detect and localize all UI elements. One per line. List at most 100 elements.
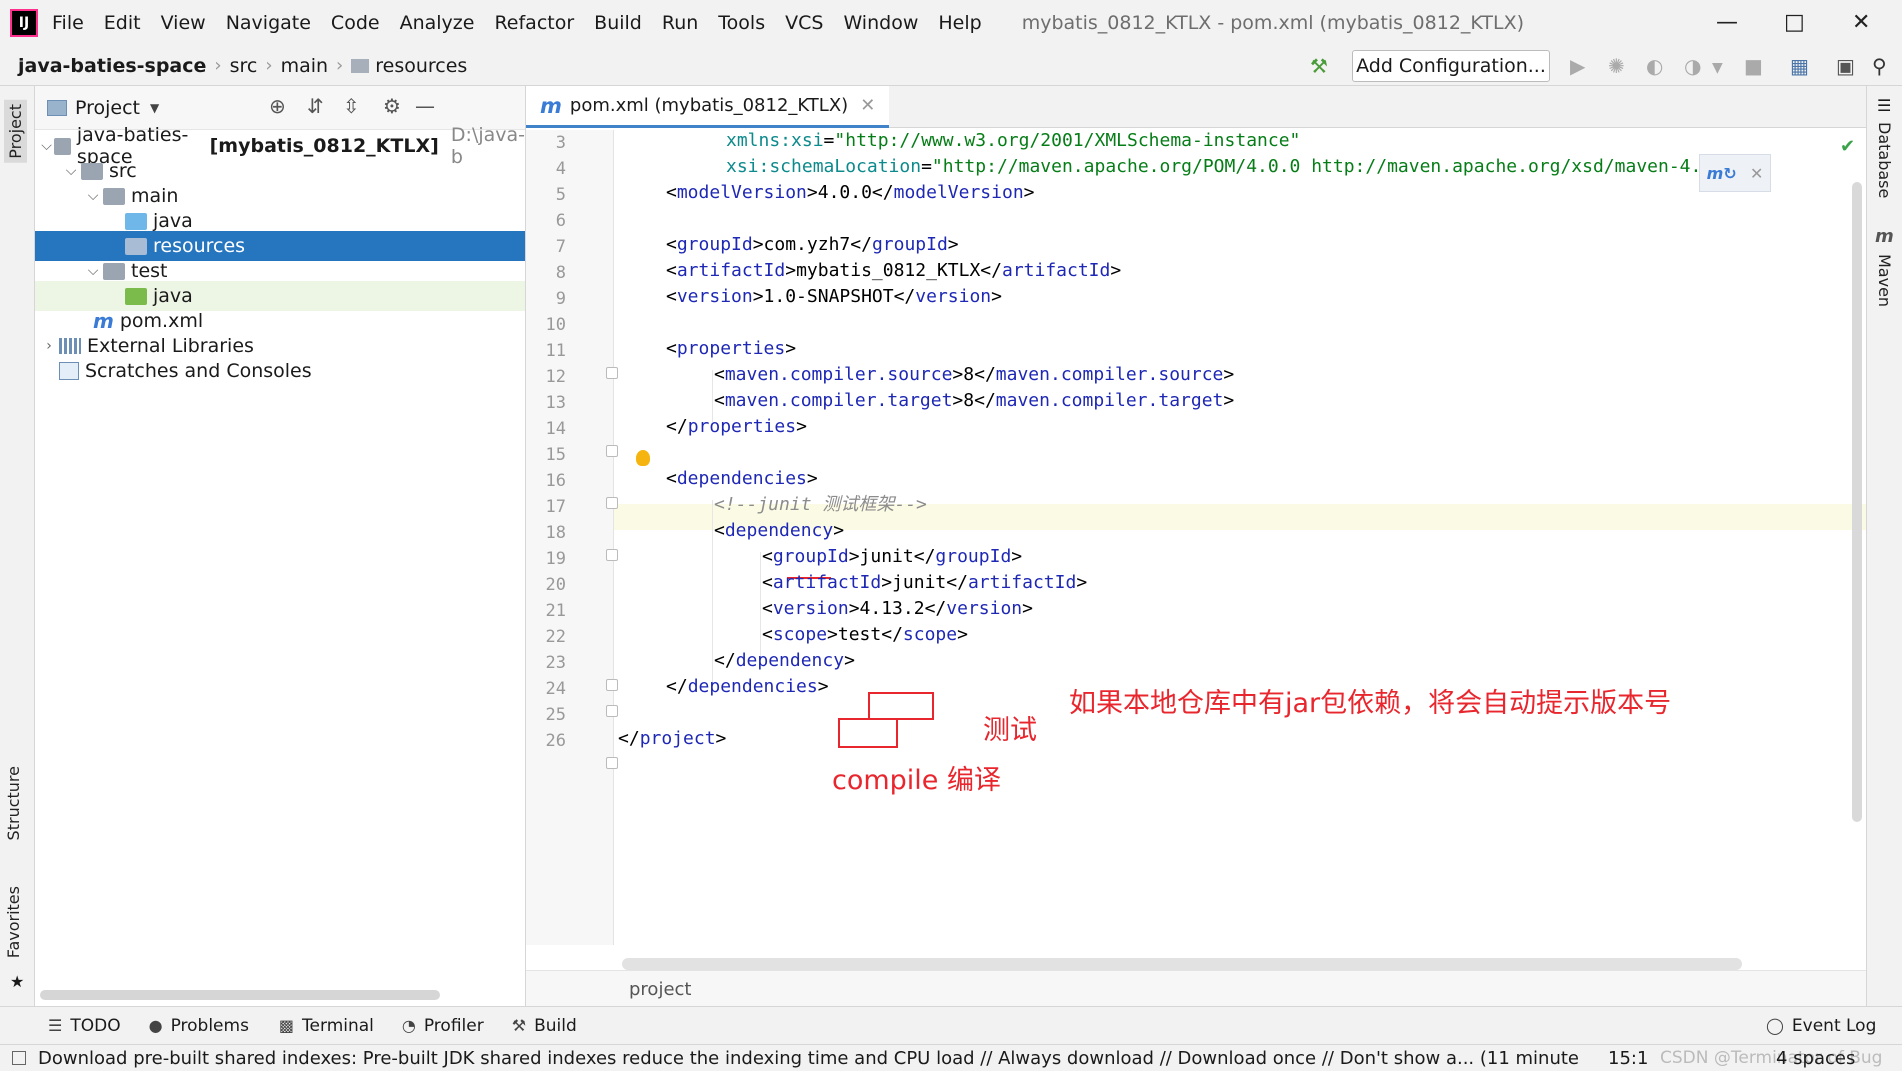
fold-icon[interactable] (606, 549, 618, 561)
xml-text: 8 (963, 390, 975, 411)
add-configuration-button[interactable]: Add Configuration... (1352, 50, 1550, 82)
menu-view[interactable]: View (161, 12, 206, 34)
cursor-position[interactable]: 15:1 (1608, 1048, 1648, 1069)
maximize-icon[interactable]: □ (1784, 10, 1805, 35)
status-toggle-icon[interactable] (12, 1051, 26, 1065)
chevron-right-icon[interactable]: › (39, 338, 59, 354)
fold-icon[interactable] (606, 757, 618, 769)
menu-window[interactable]: Window (843, 12, 918, 34)
menu-refactor[interactable]: Refactor (494, 12, 574, 34)
tool-todo[interactable]: ☰ TODO (48, 1016, 121, 1036)
chevron-down-icon[interactable]: ▼ (1712, 60, 1723, 76)
menu-run[interactable]: Run (662, 12, 698, 34)
vertical-scrollbar[interactable] (1852, 182, 1862, 822)
breadcrumb-project-tag[interactable]: project (629, 979, 691, 1000)
coverage-icon[interactable]: ◐ (1646, 54, 1663, 78)
code-line-13[interactable]: <maven.compiler.target>8</maven.compiler… (618, 388, 1798, 414)
fold-icon[interactable] (606, 445, 618, 457)
menu-help[interactable]: Help (938, 12, 981, 34)
search-icon[interactable]: ⚲ (1872, 54, 1887, 78)
breadcrumb-main[interactable]: main (281, 55, 328, 77)
minimize-icon[interactable]: — (1716, 10, 1738, 35)
horizontal-scrollbar[interactable] (622, 958, 1742, 970)
gear-icon[interactable]: ⚙ (383, 94, 401, 118)
menu-build[interactable]: Build (594, 12, 642, 34)
tool-terminal[interactable]: ▩ Terminal (279, 1016, 374, 1036)
tool-event-log[interactable]: ◯ Event Log (1766, 1016, 1876, 1036)
code-line-20[interactable]: <artifactId>junit</artifactId> (618, 570, 1798, 596)
project-structure-icon[interactable]: ▦ (1790, 54, 1809, 78)
project-panel-title[interactable]: Project (75, 97, 140, 119)
fold-icon[interactable] (606, 679, 618, 691)
menu-tools[interactable]: Tools (718, 12, 765, 34)
code-line-11[interactable]: <properties> (618, 336, 1798, 362)
tab-database[interactable]: Database (1875, 122, 1894, 198)
menu-edit[interactable]: Edit (104, 12, 141, 34)
tool-profiler[interactable]: ◔ Profiler (402, 1016, 484, 1036)
folder-icon (103, 187, 125, 205)
menu-analyze[interactable]: Analyze (400, 12, 475, 34)
tab-favorites[interactable]: Favorites (4, 886, 23, 958)
chevron-down-icon[interactable]: ▼ (150, 101, 159, 115)
status-message[interactable]: Download pre-built shared indexes: Pre-b… (38, 1048, 1578, 1069)
code-line-17[interactable]: <!--junit 测试框架--> (618, 492, 1798, 518)
debug-icon[interactable]: ✺ (1608, 54, 1625, 78)
expand-all-icon[interactable]: ⇵ (307, 94, 324, 118)
breadcrumb-src[interactable]: src (230, 55, 258, 77)
code-line-23[interactable]: </dependency> (618, 648, 1798, 674)
xml-bracket: < (714, 520, 725, 541)
breadcrumb-project[interactable]: java-baties-space (18, 55, 206, 77)
chevron-down-icon[interactable]: ⌵ (39, 138, 54, 154)
code-line-8[interactable]: <artifactId>mybatis_0812_KTLX</artifactI… (618, 258, 1798, 284)
maven-reload-icon[interactable]: m↻ (1707, 164, 1737, 183)
terminal-icon[interactable]: ▣ (1836, 54, 1855, 78)
fold-icon[interactable] (606, 497, 618, 509)
check-icon: ✔ (1840, 136, 1856, 157)
locate-icon[interactable]: ⊕ (269, 94, 286, 118)
code-line-12[interactable]: <maven.compiler.source>8</maven.compiler… (618, 362, 1798, 388)
menu-vcs[interactable]: VCS (785, 12, 823, 34)
tab-pom-xml[interactable]: m pom.xml (mybatis_0812_KTLX) ✕ (526, 86, 890, 128)
line-number-gutter: 3 4 5 6 7 8 9 10 11 12 13 14 15 16 17 18… (526, 130, 618, 945)
chevron-down-icon[interactable]: ⌵ (83, 263, 103, 279)
menu-file[interactable]: File (52, 12, 84, 34)
code-line-4[interactable]: xsi:schemaLocation="http://maven.apache.… (618, 154, 1798, 180)
hide-panel-icon[interactable]: — (415, 94, 435, 118)
code-line-3[interactable]: xmlns:xsi="http://www.w3.org/2001/XMLSch… (618, 128, 1798, 154)
tab-structure[interactable]: Structure (4, 766, 23, 840)
tab-maven[interactable]: Maven (1875, 254, 1894, 307)
code-line-21[interactable]: <version>4.13.2</version> (618, 596, 1798, 622)
code-line-22[interactable]: <scope>test</scope> (618, 622, 1798, 648)
indent-setting[interactable]: 4 spaces (1776, 1048, 1855, 1069)
horizontal-scrollbar[interactable] (40, 990, 440, 1000)
lightbulb-icon[interactable] (636, 450, 650, 466)
tool-build[interactable]: ⚒ Build (512, 1016, 577, 1036)
code-line-16[interactable]: <dependencies> (618, 466, 1798, 492)
code-line-5[interactable]: <modelVersion>4.0.0</modelVersion> (618, 180, 1798, 206)
breadcrumb-resources[interactable]: resources (375, 55, 467, 77)
code-line-26[interactable]: </project> (618, 726, 1798, 752)
code-line-14[interactable]: </properties> (618, 414, 1798, 440)
hammer-icon[interactable]: ⚒ (1310, 54, 1328, 78)
chevron-down-icon[interactable]: ⌵ (61, 163, 81, 179)
profile-icon[interactable]: ◑ (1684, 54, 1701, 78)
menu-navigate[interactable]: Navigate (226, 12, 311, 34)
tab-project[interactable]: Project (4, 100, 27, 163)
xml-tag: maven.compiler.source (724, 364, 953, 385)
fold-icon[interactable] (606, 705, 618, 717)
menu-code[interactable]: Code (331, 12, 380, 34)
close-window-icon[interactable]: ✕ (1852, 10, 1870, 35)
stop-icon[interactable]: ■ (1744, 54, 1763, 78)
code-line-9[interactable]: <version>1.0-SNAPSHOT</version> (618, 284, 1798, 310)
chevron-down-icon[interactable]: ⌵ (83, 188, 103, 204)
code-line-18[interactable]: <dependency> (618, 518, 1798, 544)
code-line-7[interactable]: <groupId>com.yzh7</groupId> (618, 232, 1798, 258)
fold-icon[interactable] (606, 367, 618, 379)
close-icon[interactable]: ✕ (1750, 164, 1763, 183)
close-tab-icon[interactable]: ✕ (860, 95, 875, 116)
collapse-all-icon[interactable]: ⇳ (343, 94, 360, 118)
run-icon[interactable]: ▶ (1570, 54, 1585, 78)
tree-item-scratches[interactable]: Scratches and Consoles (35, 356, 525, 386)
tool-problems[interactable]: ● Problems (149, 1016, 249, 1036)
code-line-19[interactable]: <groupId>junit</groupId> (618, 544, 1798, 570)
